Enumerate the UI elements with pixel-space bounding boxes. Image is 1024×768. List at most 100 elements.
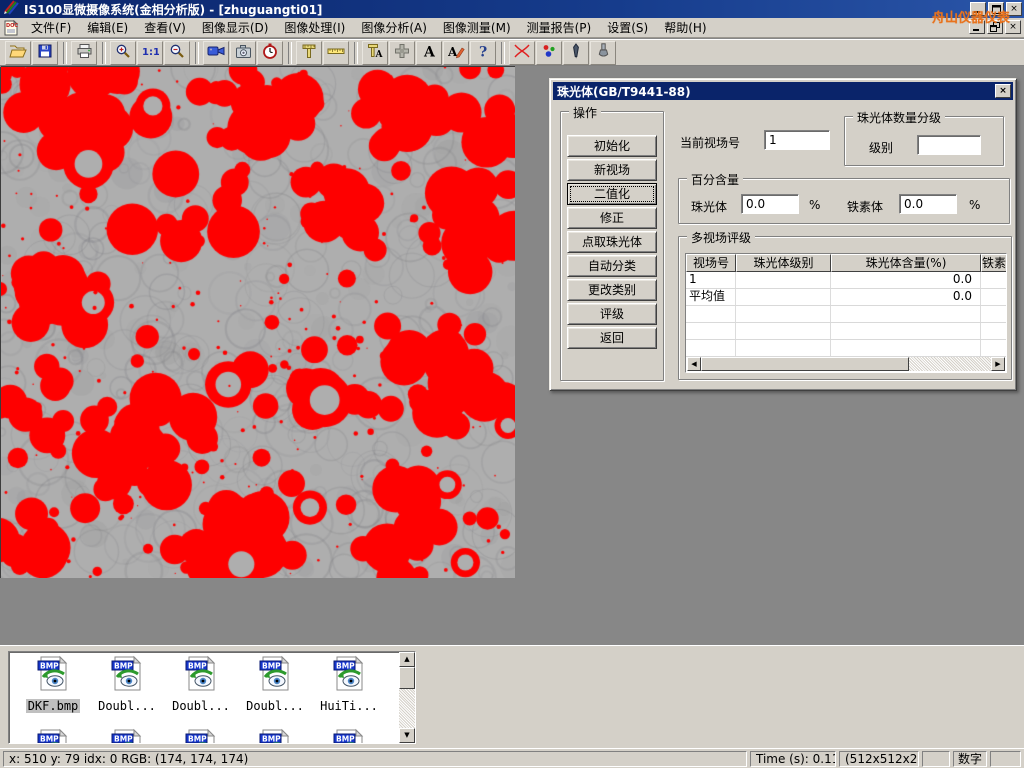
- svg-text:A: A: [423, 45, 436, 60]
- table-row[interactable]: [686, 323, 1006, 340]
- bmp-file-icon: BMP: [331, 676, 367, 695]
- pick-pearlite-button[interactable]: 点取珠光体: [567, 231, 657, 253]
- pick-tool-button[interactable]: [563, 41, 589, 65]
- app-logo-icon: [3, 0, 19, 19]
- correct-button[interactable]: 修正: [567, 207, 657, 229]
- file-item[interactable]: BMPDoubl...: [91, 655, 163, 714]
- table-column-header[interactable]: 珠光体级别: [736, 254, 831, 272]
- file-item[interactable]: BMPDoubl...: [165, 655, 237, 714]
- file-name[interactable]: DKF.bmp: [26, 699, 81, 713]
- caliper-measure-button[interactable]: [296, 41, 322, 65]
- new-field-button[interactable]: 新视场: [567, 159, 657, 181]
- file-name[interactable]: Doubl...: [96, 699, 158, 713]
- child-minimize-button[interactable]: [969, 20, 985, 34]
- curve-cut-icon: [513, 43, 531, 62]
- actual-size-button[interactable]: 1:1: [137, 41, 163, 65]
- pearlite-percent-input[interactable]: [741, 194, 799, 214]
- table-row[interactable]: [686, 306, 1006, 323]
- close-button[interactable]: ×: [1006, 2, 1022, 16]
- return-button[interactable]: 返回: [567, 327, 657, 349]
- help-button[interactable]: ?: [470, 41, 496, 65]
- timer-clock-icon: [262, 43, 278, 62]
- particle-analysis-button[interactable]: [536, 41, 562, 65]
- maximize-button[interactable]: [988, 2, 1004, 16]
- file-name[interactable]: Doubl...: [244, 699, 306, 713]
- file-item-partial[interactable]: BMP: [239, 728, 311, 744]
- scroll-down-arrow-icon[interactable]: ▼: [399, 728, 415, 743]
- file-item-partial[interactable]: BMP: [165, 728, 237, 744]
- status-bar: x: 510 y: 79 idx: 0 RGB: (174, 174, 174)…: [0, 748, 1024, 768]
- measure-label-button[interactable]: A: [362, 41, 388, 65]
- grade-level-input[interactable]: [917, 135, 981, 155]
- dialog-close-button[interactable]: ×: [995, 84, 1011, 98]
- zoom-in-button[interactable]: [110, 41, 136, 65]
- binarize-button[interactable]: 二值化: [567, 183, 657, 205]
- menu-edit[interactable]: 编辑(E): [79, 17, 136, 38]
- scroll-left-arrow-icon[interactable]: ◀: [687, 357, 701, 371]
- scrollbar-thumb[interactable]: [701, 357, 909, 371]
- change-class-button[interactable]: 更改类别: [567, 279, 657, 301]
- save-floppy-icon: [37, 43, 53, 62]
- initialize-button[interactable]: 初始化: [567, 135, 657, 157]
- menu-measure-report[interactable]: 测量报告(P): [519, 17, 600, 38]
- ferrite-percent-input[interactable]: [899, 194, 957, 214]
- video-capture-button[interactable]: [203, 41, 229, 65]
- table-column-header[interactable]: 视场号: [686, 254, 736, 272]
- text-a-icon: A: [422, 43, 436, 62]
- timer-button[interactable]: [257, 41, 283, 65]
- file-name[interactable]: Doubl...: [170, 699, 232, 713]
- table-column-header[interactable]: 铁素体含量(%): [981, 254, 1007, 272]
- time-readout: Time (s): 0.113: [750, 751, 836, 767]
- file-item-partial[interactable]: BMP: [91, 728, 163, 744]
- dialog-title-bar[interactable]: 珠光体(GB/T9441-88) ×: [553, 82, 1013, 100]
- menu-image-process[interactable]: 图像处理(I): [276, 17, 353, 38]
- svg-text:BMP: BMP: [262, 661, 281, 670]
- print-button[interactable]: [71, 41, 97, 65]
- photo-camera-icon: [235, 44, 252, 62]
- table-horizontal-scrollbar[interactable]: ◀ ▶: [687, 357, 1005, 371]
- menu-bar: DOC 文件(F)编辑(E)查看(V)图像显示(D)图像处理(I)图像分析(A)…: [0, 18, 1024, 38]
- scroll-up-arrow-icon[interactable]: ▲: [399, 652, 415, 667]
- file-scrollbar-thumb[interactable]: [399, 667, 415, 689]
- table-column-header[interactable]: 珠光体含量(%): [831, 254, 981, 272]
- operations-group: 操作 初始化新视场二值化修正点取珠光体自动分类更改类别评级返回: [560, 111, 664, 381]
- minimize-button[interactable]: [970, 2, 986, 16]
- ruler-measure-button[interactable]: [323, 41, 349, 65]
- auto-classify-button[interactable]: 自动分类: [567, 255, 657, 277]
- menu-image-display[interactable]: 图像显示(D): [194, 17, 277, 38]
- save-button[interactable]: [32, 41, 58, 65]
- table-row[interactable]: 平均值0.0: [686, 289, 1006, 306]
- zoom-out-button[interactable]: [164, 41, 190, 65]
- table-row[interactable]: 10.0: [686, 272, 1006, 289]
- annotate-tool-button[interactable]: A: [443, 41, 469, 65]
- curve-tool-button[interactable]: [509, 41, 535, 65]
- open-file-button[interactable]: [5, 41, 31, 65]
- merge-tool-button[interactable]: [389, 41, 415, 65]
- current-field-input[interactable]: [764, 130, 830, 150]
- menu-file[interactable]: 文件(F): [23, 17, 79, 38]
- table-row[interactable]: [686, 340, 1006, 357]
- file-item[interactable]: BMPDKF.bmp: [17, 655, 89, 714]
- table-cell: [981, 272, 1007, 288]
- menu-image-analysis[interactable]: 图像分析(A): [353, 17, 435, 38]
- menu-help[interactable]: 帮助(H): [656, 17, 714, 38]
- scrollbar-track[interactable]: [909, 357, 991, 371]
- brush-tool-button[interactable]: [590, 41, 616, 65]
- scroll-right-arrow-icon[interactable]: ▶: [991, 357, 1005, 371]
- file-item[interactable]: BMP HuiTi...: [313, 655, 385, 714]
- child-restore-button[interactable]: [987, 20, 1003, 34]
- text-tool-button[interactable]: A: [416, 41, 442, 65]
- child-close-button[interactable]: ×: [1005, 20, 1021, 34]
- file-item-partial[interactable]: BMP: [313, 728, 385, 744]
- svg-text:BMP: BMP: [114, 734, 133, 743]
- file-browser-scrollbar[interactable]: ▲ ▼: [399, 652, 415, 743]
- metallographic-image[interactable]: [1, 67, 515, 578]
- image-capture-button[interactable]: [230, 41, 256, 65]
- rate-button[interactable]: 评级: [567, 303, 657, 325]
- menu-image-measure[interactable]: 图像测量(M): [435, 17, 519, 38]
- menu-view[interactable]: 查看(V): [136, 17, 194, 38]
- file-name[interactable]: HuiTi...: [318, 699, 380, 713]
- file-item-partial[interactable]: BMP: [17, 728, 89, 744]
- menu-settings[interactable]: 设置(S): [599, 17, 656, 38]
- file-item[interactable]: BMP Doubl...: [239, 655, 311, 714]
